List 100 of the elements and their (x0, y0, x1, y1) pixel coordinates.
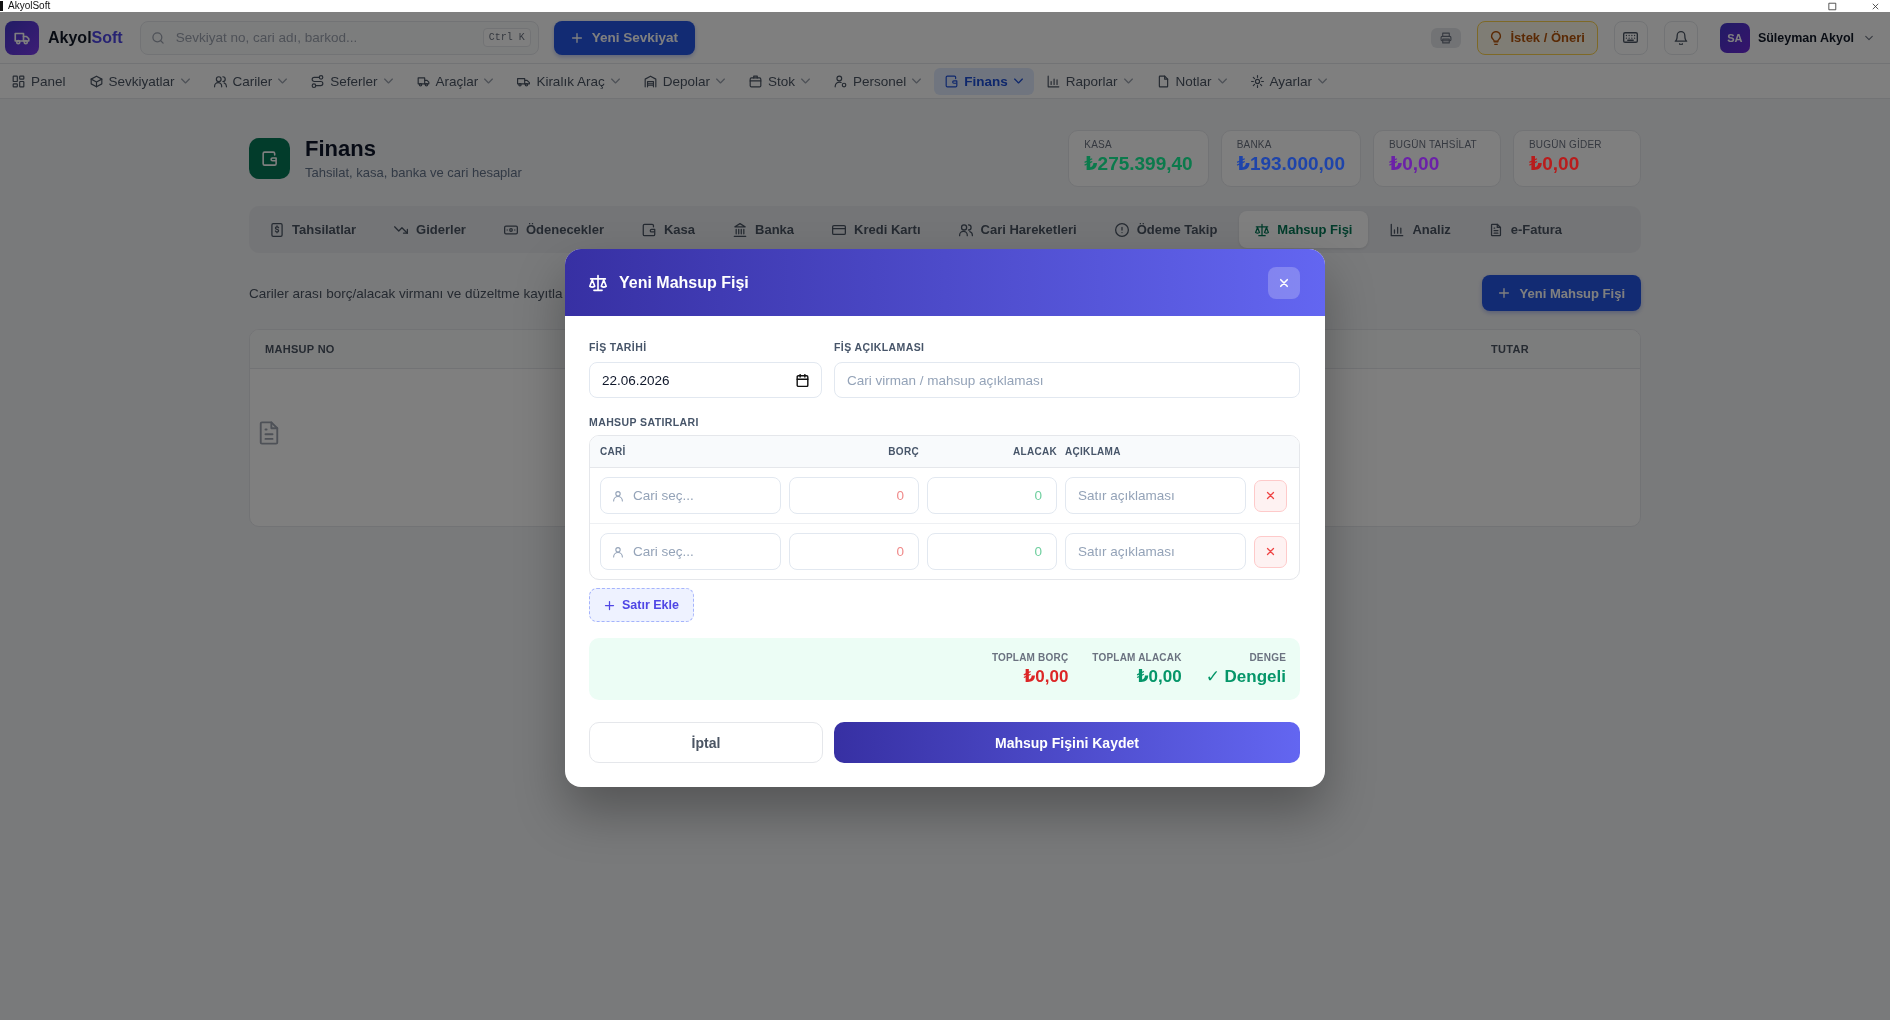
column-header: CARİ (600, 446, 627, 457)
nav-item[interactable]: Cariler (202, 67, 299, 95)
plus-icon (604, 599, 615, 611)
plus-icon (1497, 287, 1510, 299)
cancel-button[interactable]: İptal (589, 722, 823, 763)
column-header: TUTAR (1491, 343, 1529, 355)
save-button[interactable]: Mahsup Fişini Kaydet (834, 722, 1300, 763)
wallet-icon (641, 222, 656, 237)
nav-item[interactable]: Araçlar (405, 67, 505, 95)
account-select-field[interactable]: Cari seç... (600, 533, 781, 570)
page-title: Finans (305, 135, 377, 162)
nav-item[interactable]: Personel (822, 67, 933, 95)
printer-button[interactable] (1431, 27, 1462, 48)
date-field[interactable]: 22.06.2026 (589, 362, 822, 398)
nav-item[interactable]: Ayarlar (1239, 67, 1339, 95)
credit-card-icon (832, 222, 847, 237)
notifications-button[interactable] (1663, 20, 1698, 55)
debit-field[interactable]: 0 (789, 533, 919, 570)
new-shipment-button[interactable]: Yeni Sevkiyat (553, 20, 695, 55)
nav-item[interactable]: Finans (934, 67, 1034, 95)
total-value: ₺0,00 (1023, 666, 1069, 687)
field-label: FİŞ TARİHİ (589, 341, 648, 354)
line-note-field[interactable]: Satır açıklaması (1065, 477, 1246, 514)
user-name[interactable]: Süleyman Akyol (1757, 30, 1854, 45)
close-icon (1278, 276, 1290, 289)
alert-icon (1114, 222, 1129, 237)
section-label: MAHSUP SATIRLARI (589, 416, 700, 429)
stat-label: BANKA (1236, 139, 1273, 150)
window-title: AkyolSoft (8, 0, 51, 12)
total-label: TOPLAM BORÇ (991, 651, 1069, 663)
nav-item[interactable]: Kiralık Araç (506, 67, 631, 95)
briefcase-icon (748, 74, 762, 88)
close-button[interactable] (1268, 266, 1300, 299)
suggestion-button[interactable]: İstek / Öneri (1477, 20, 1598, 55)
column-header: ALACAK (1011, 446, 1057, 457)
tab[interactable]: Ödeme Takip (1098, 211, 1234, 248)
truck-icon[interactable] (5, 20, 39, 55)
stat-label: BUGÜN TAHSİLAT (1389, 139, 1478, 150)
tab[interactable]: Tahsilatlar (254, 211, 373, 248)
dollar-document-icon (270, 222, 284, 237)
column-header: AÇIKLAMA (1065, 446, 1122, 457)
credit-field[interactable]: 0 (927, 477, 1057, 514)
line-note-field[interactable]: Satır açıklaması (1065, 533, 1246, 570)
nav-item[interactable]: Panel (1, 67, 77, 95)
plus-icon (570, 31, 583, 44)
close-icon (1871, 1, 1880, 11)
keyboard-icon (1623, 30, 1639, 45)
stat-label: KASA (1084, 139, 1113, 150)
nav-item[interactable]: Depolar (632, 67, 736, 95)
nav-item[interactable]: Raporlar (1035, 67, 1144, 95)
document-icon (1488, 222, 1503, 237)
section-description: Cariler arası borç/alacak virmanı ve düzeltme kayıtla (249, 285, 563, 301)
tab[interactable]: Analiz (1374, 211, 1467, 248)
dialog-title: Yeni Mahsup Fişi (619, 273, 749, 292)
tab[interactable]: Mahsup Fişi (1239, 211, 1369, 248)
person-icon (612, 545, 624, 558)
column-header: MAHSUP NO (265, 343, 335, 355)
total-label: TOPLAM ALACAK (1092, 651, 1182, 663)
description-field[interactable]: Cari virman / mahsup açıklaması (834, 362, 1300, 398)
add-row-button[interactable]: Satır Ekle (589, 588, 694, 622)
page-subtitle: Tahsilat, kasa, banka ve cari hesaplar (305, 163, 522, 182)
person-icon (833, 74, 847, 88)
delete-row-button[interactable] (1254, 535, 1287, 568)
lightbulb-icon (1489, 30, 1504, 45)
account-select-field[interactable]: Cari seç... (600, 477, 781, 514)
tab[interactable]: Banka (717, 211, 811, 248)
printer-icon (1440, 31, 1453, 44)
route-icon (311, 74, 325, 88)
stat-value: ₺193.000,00 (1236, 152, 1345, 175)
debit-field[interactable]: 0 (789, 477, 919, 514)
tab[interactable]: Kasa (625, 211, 712, 248)
grid-icon (12, 74, 25, 88)
credit-field[interactable]: 0 (927, 533, 1057, 570)
column-header: BORÇ (887, 446, 919, 457)
tab[interactable]: Cari Hareketleri (942, 211, 1093, 248)
keyboard-button[interactable] (1613, 20, 1648, 55)
stat-value: ₺0,00 (1389, 152, 1440, 175)
bank-icon (733, 222, 748, 237)
tab[interactable]: e-Fatura (1472, 211, 1579, 248)
total-value: ₺0,00 (1136, 666, 1182, 687)
close-icon (1265, 546, 1276, 557)
person-icon (612, 489, 624, 502)
users-icon (958, 222, 973, 237)
scale-icon (1255, 222, 1270, 237)
nav-item[interactable]: Sevkiyatlar (78, 67, 201, 95)
box-icon (89, 74, 103, 88)
nav-item[interactable]: Stok (737, 67, 821, 95)
tab[interactable]: Ödenecekler (487, 211, 620, 248)
avatar[interactable]: SA (1719, 22, 1750, 53)
wallet-icon (945, 74, 959, 88)
delete-row-button[interactable] (1254, 479, 1287, 512)
wallet-icon (249, 138, 290, 179)
document-icon (1156, 74, 1170, 88)
app-icon (0, 1, 3, 11)
new-voucher-button[interactable]: Yeni Mahsup Fişi (1481, 275, 1641, 311)
nav-item[interactable]: Notlar (1145, 67, 1238, 95)
bar-chart-icon (1390, 222, 1405, 237)
tab[interactable]: Kredi Kartı (816, 211, 937, 248)
tab[interactable]: Giderler (378, 211, 482, 248)
nav-item[interactable]: Seferler (300, 67, 404, 95)
